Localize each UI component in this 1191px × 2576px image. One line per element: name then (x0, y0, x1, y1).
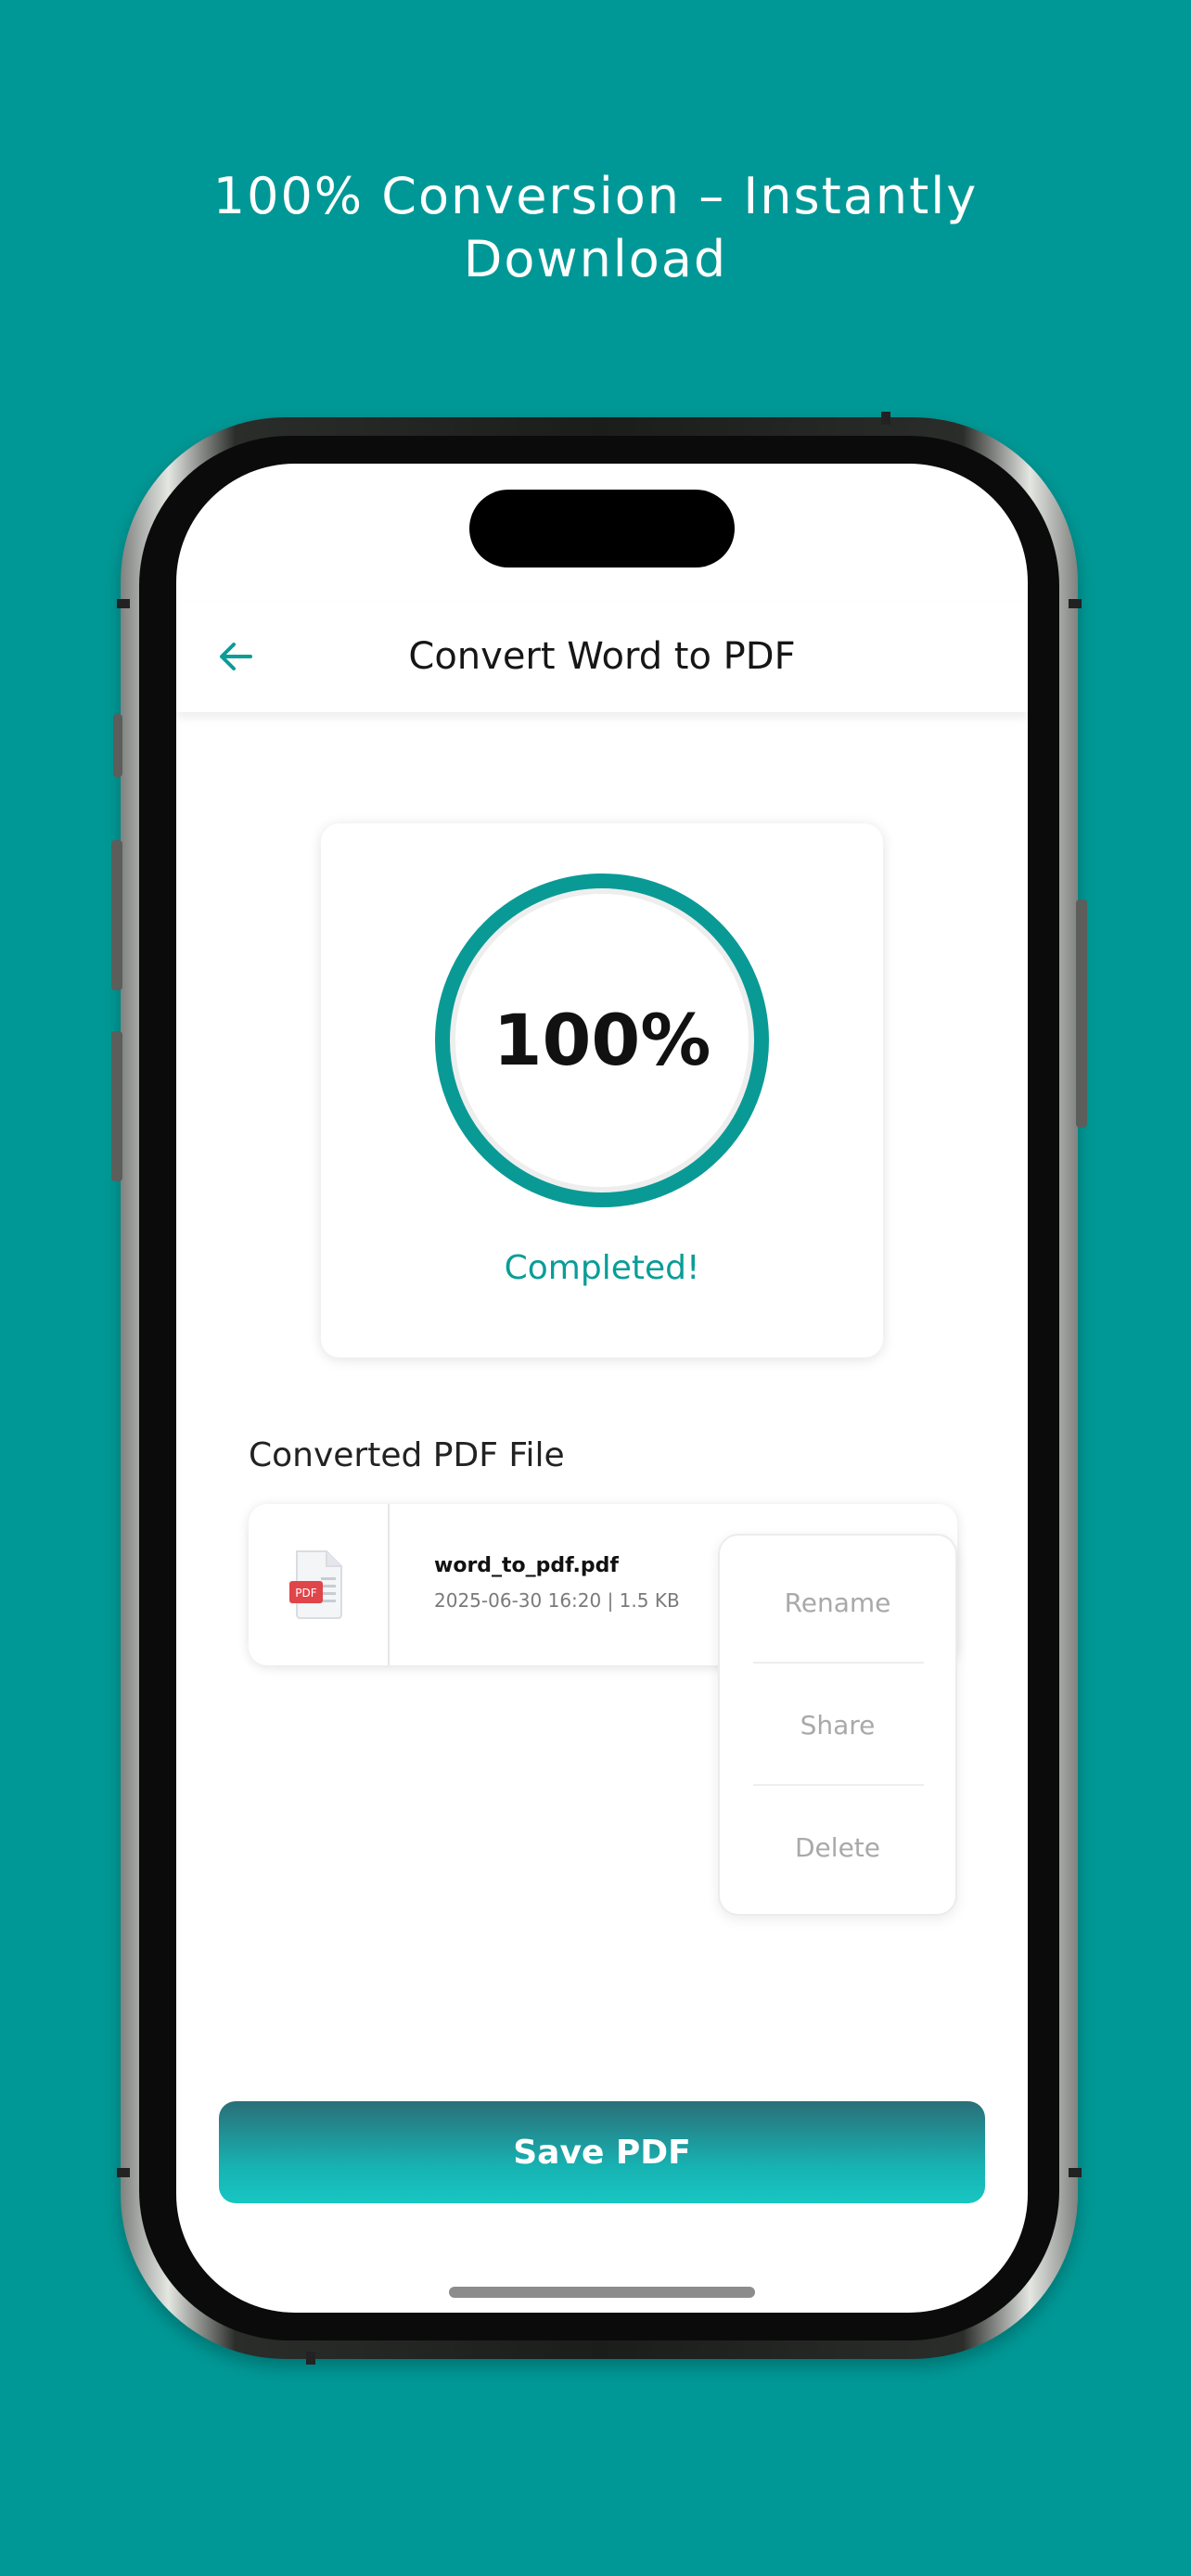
progress-card: 100% Completed! (321, 823, 883, 1358)
phone-screen: Convert Word to PDF 100% Completed! Conv… (176, 464, 1028, 2313)
antenna-band (1069, 599, 1082, 608)
file-icon-cell: PDF (249, 1504, 390, 1665)
menu-item-share[interactable]: Share (720, 1664, 955, 1786)
dynamic-island (469, 490, 735, 567)
antenna-band (117, 599, 130, 608)
file-meta: 2025-06-30 16:20 | 1.5 KB (434, 1589, 680, 1612)
completed-status: Completed! (504, 1249, 700, 1287)
home-indicator[interactable] (449, 2287, 755, 2298)
antenna-band (306, 2352, 315, 2365)
pdf-file-icon: PDF (289, 1550, 342, 1619)
pdf-badge-text: PDF (295, 1587, 316, 1600)
promo-headline-line1: 100% Conversion – Instantly (212, 167, 979, 225)
power-button (1076, 899, 1087, 1128)
volume-up-button (111, 840, 122, 990)
app-bar: Convert Word to PDF (176, 603, 1028, 712)
antenna-band (1069, 2168, 1082, 2177)
volume-down-button (111, 1031, 122, 1181)
menu-item-delete[interactable]: Delete (720, 1786, 955, 1908)
menu-item-rename[interactable]: Rename (720, 1541, 955, 1664)
promo-headline: 100% Conversion – Instantly Download (0, 165, 1191, 291)
antenna-band (881, 412, 890, 425)
mute-switch (113, 714, 122, 777)
antenna-band (117, 2168, 130, 2177)
save-pdf-button[interactable]: Save PDF (219, 2101, 985, 2203)
page-title: Convert Word to PDF (408, 635, 796, 678)
progress-percent: 100% (493, 999, 711, 1081)
file-options-menu: Rename Share Delete (718, 1534, 957, 1916)
file-name: word_to_pdf.pdf (434, 1554, 619, 1577)
section-title: Converted PDF File (249, 1436, 565, 1474)
promo-headline-line2: Download (463, 230, 728, 288)
